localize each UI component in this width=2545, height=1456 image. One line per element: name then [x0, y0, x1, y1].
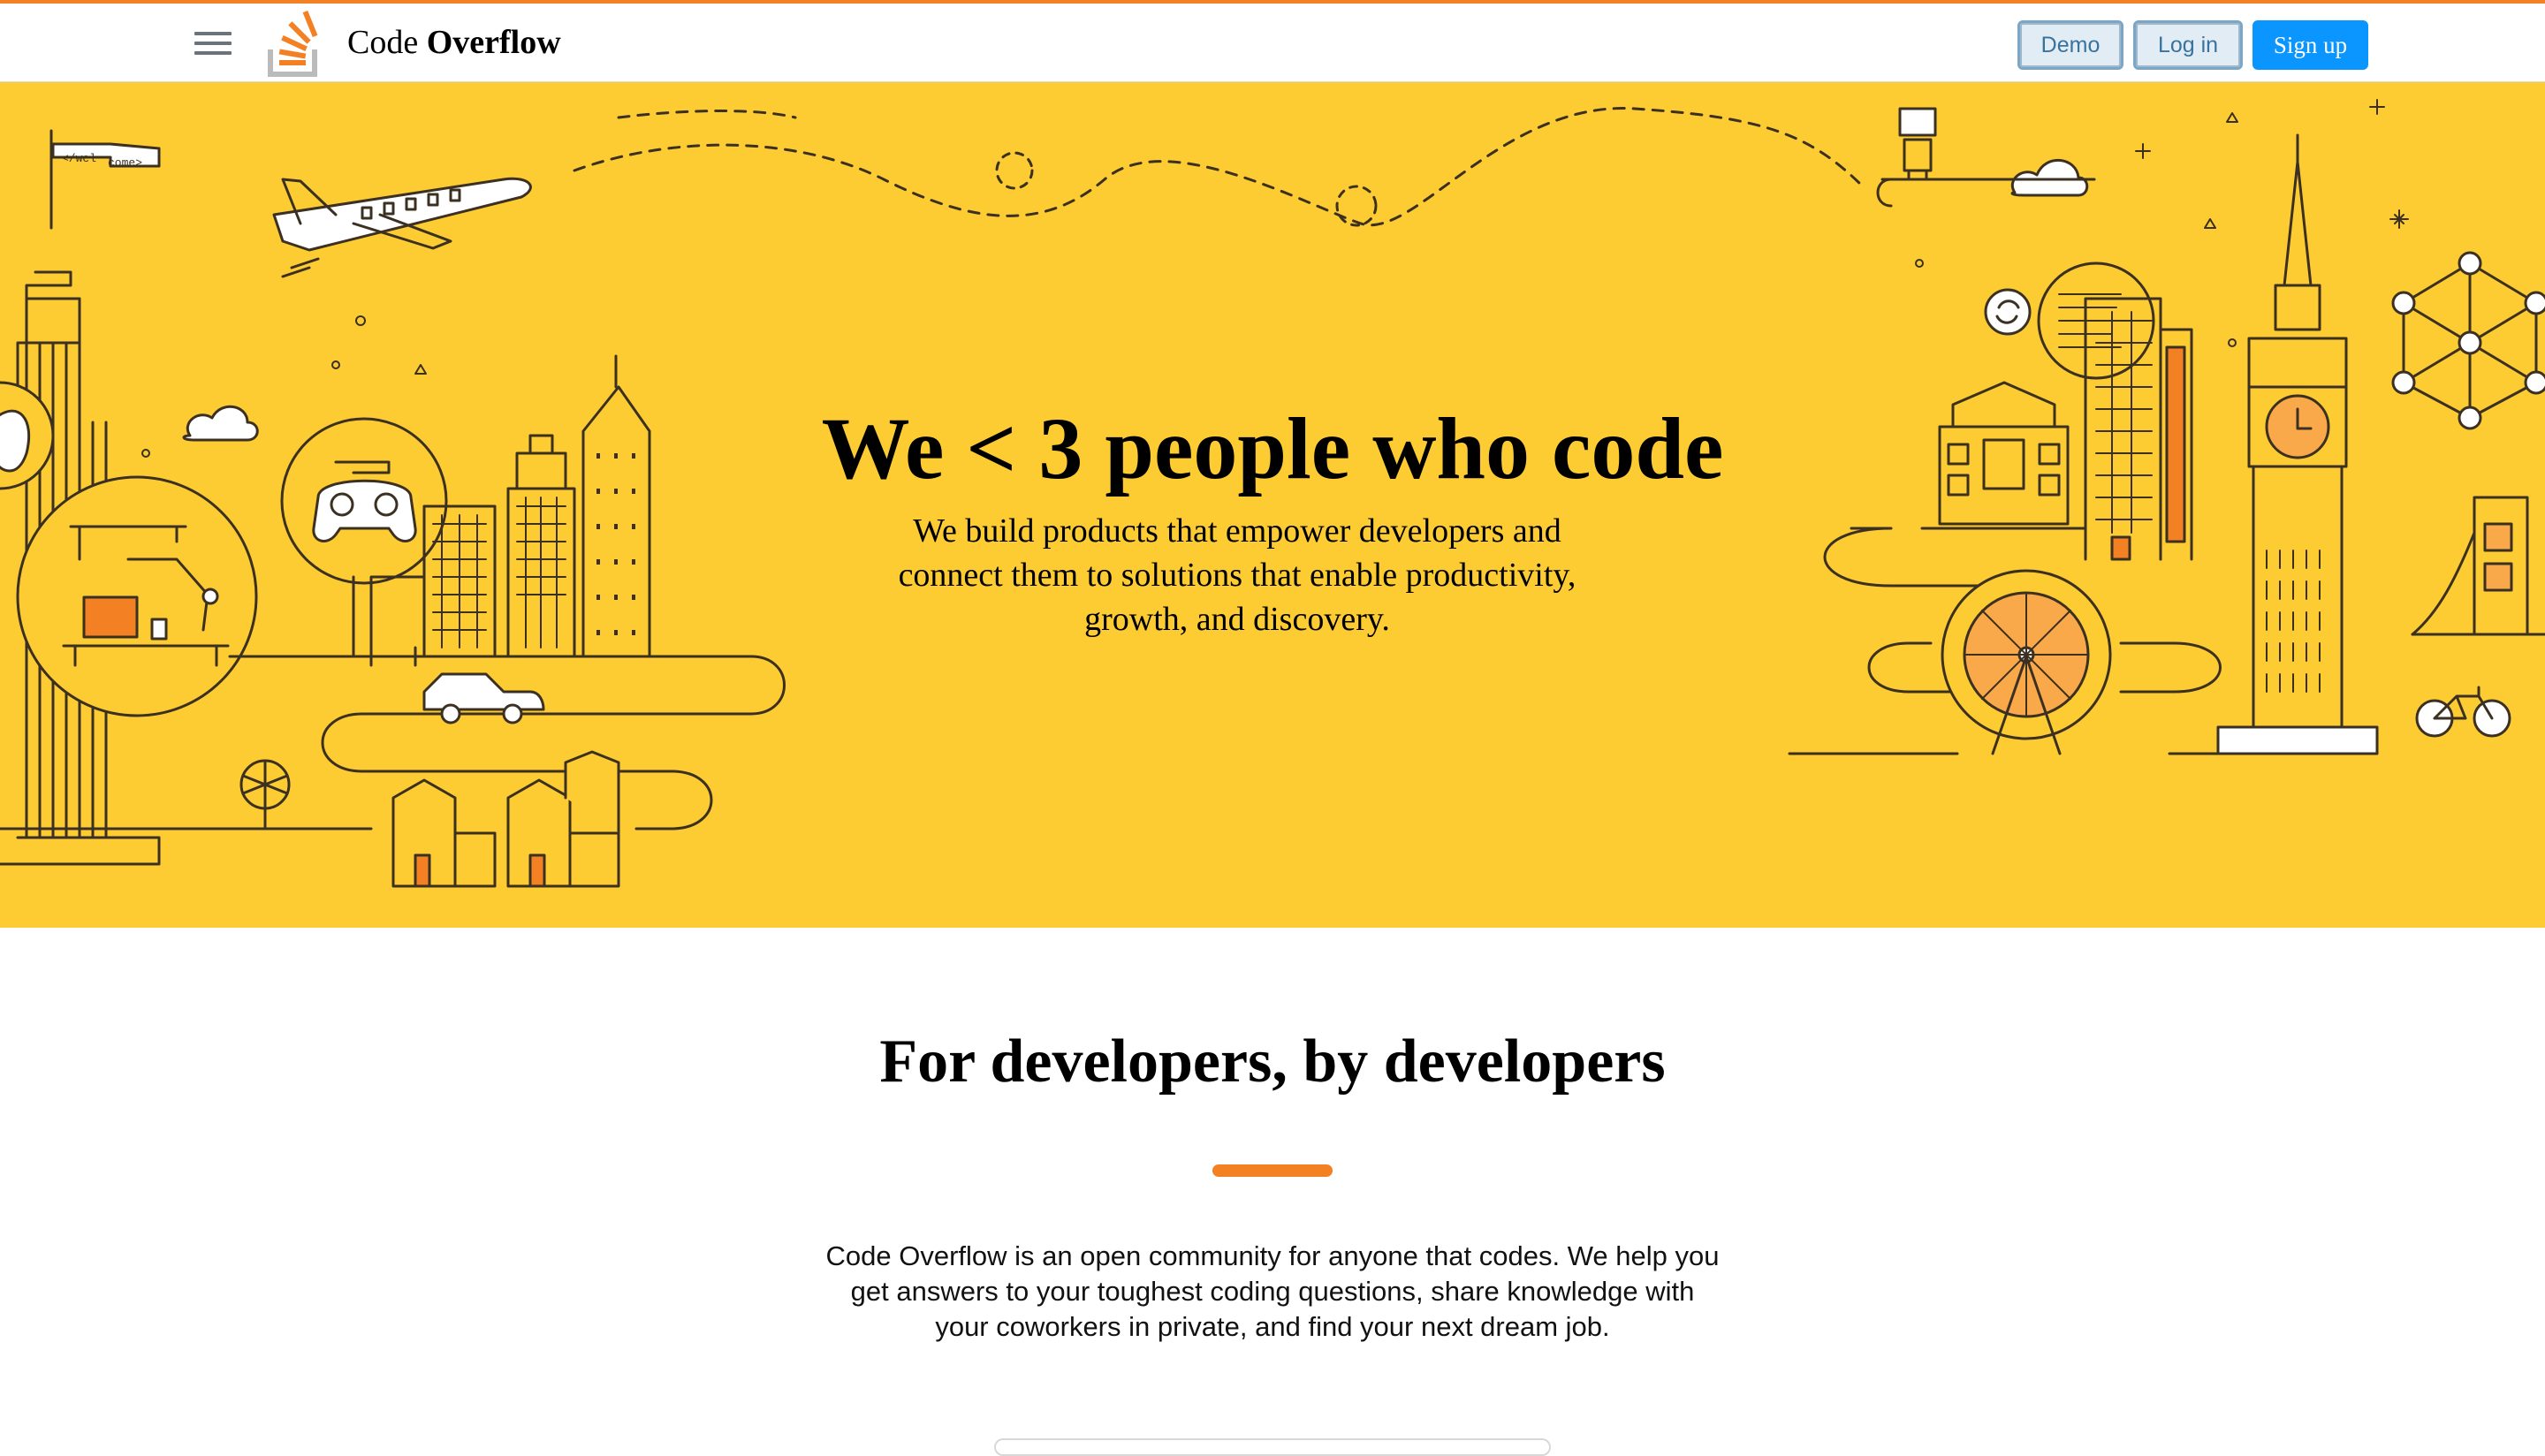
hero-subtitle: We build products that empower developer… — [898, 512, 1576, 638]
signup-button[interactable]: Sign up — [2253, 20, 2368, 70]
top-navigation-bar: Code Overflow Demo Log in Sign up — [0, 0, 2545, 82]
ferris-wheel — [1941, 569, 2112, 755]
stack-logo-icon[interactable] — [265, 11, 329, 78]
section-description: Code Overflow is an open community for a… — [825, 1240, 1720, 1342]
airplane-icon — [272, 177, 532, 278]
accent-divider — [1212, 1164, 1333, 1177]
brand-name-regular: Code — [347, 24, 427, 61]
desk-workstation-circle — [16, 475, 258, 717]
dashed-path — [573, 107, 1866, 227]
bicycle-icon — [2415, 686, 2511, 738]
hero-title: We < 3 people who code — [821, 399, 1724, 497]
car-icon — [422, 672, 545, 724]
city-illustration: </wel come> — [0, 99, 2545, 888]
flag-text-welcome: </wel — [62, 152, 96, 165]
demo-button[interactable]: Demo — [2017, 20, 2123, 70]
hamburger-menu-icon[interactable] — [194, 32, 232, 58]
brand-name-bold: Overflow — [426, 24, 561, 61]
login-button[interactable]: Log in — [2133, 20, 2243, 70]
hero-banner: </wel come> We < 3 people who code We bu… — [0, 82, 2545, 928]
brand-name[interactable]: Code Overflow — [347, 23, 561, 62]
bridge — [2411, 496, 2545, 636]
cloud-icon — [2010, 159, 2089, 197]
content-card — [994, 1438, 1551, 1456]
section-title: For developers, by developers — [879, 1028, 1666, 1096]
flag-text-come: come> — [108, 156, 142, 170]
